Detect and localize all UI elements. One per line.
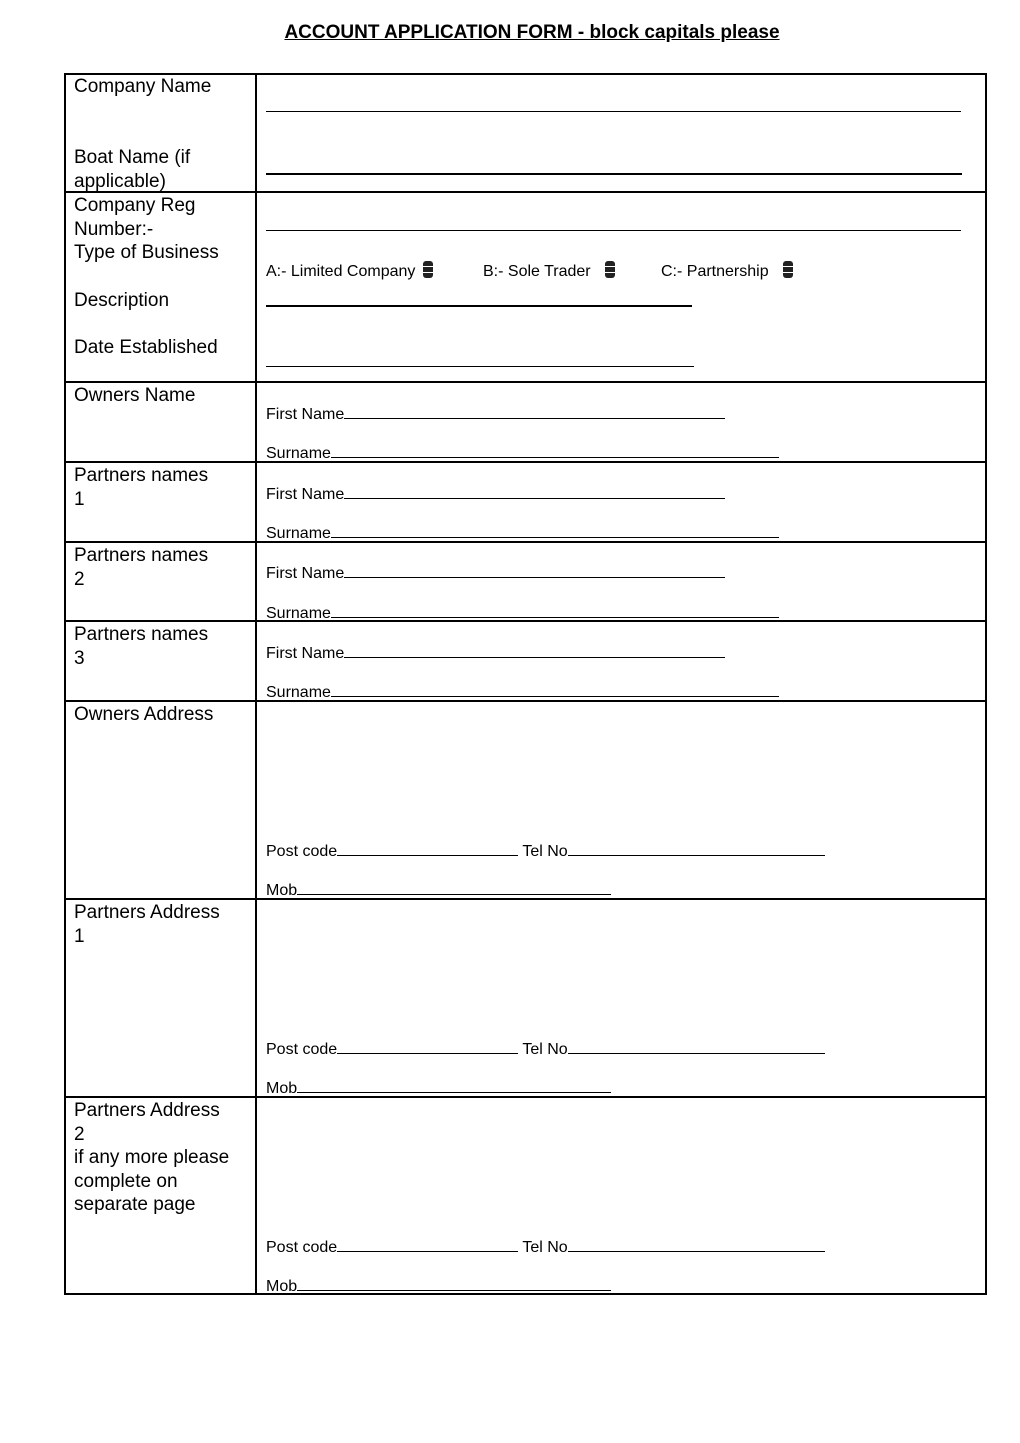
- surname-label: Surname: [266, 445, 331, 462]
- label-owners-name: Owners Name: [74, 385, 196, 406]
- company-reg-input[interactable]: [266, 230, 961, 231]
- mob-label: Mob: [266, 882, 298, 899]
- mob-input[interactable]: [297, 880, 612, 895]
- surname-input[interactable]: [330, 523, 779, 538]
- barrel-icon[interactable]: [782, 261, 793, 278]
- business-type-a-label: A:- Limited Company: [266, 263, 416, 280]
- business-type-c-label: C:- Partnership: [661, 263, 769, 280]
- label-partners-names-2: Partners names 2: [74, 545, 209, 590]
- first-name-label: First Name: [266, 486, 345, 503]
- label-type-of-business: Type of Business: [74, 242, 219, 263]
- partner2-postcode-field[interactable]: Post code Tel No: [266, 1237, 825, 1257]
- barrel-icon[interactable]: [604, 261, 615, 278]
- business-type-b-label: B:- Sole Trader: [483, 263, 591, 280]
- form-title: ACCOUNT APPLICATION FORM - block capital…: [284, 22, 780, 43]
- label-partners-address-1: Partners Address 1: [74, 902, 220, 947]
- row-divider: [64, 381, 987, 383]
- partner1-surname-field[interactable]: Surname: [266, 523, 779, 543]
- company-name-input[interactable]: [266, 111, 961, 112]
- first-name-label: First Name: [266, 565, 345, 582]
- label-company-reg: Company Reg Number:-: [74, 195, 196, 240]
- partner3-surname-field[interactable]: Surname: [266, 682, 779, 702]
- first-name-input[interactable]: [344, 563, 726, 578]
- label-company-name: Company Name: [74, 76, 212, 97]
- barrel-icon[interactable]: [423, 261, 434, 278]
- description-input[interactable]: [266, 305, 692, 307]
- first-name-input[interactable]: [344, 643, 726, 658]
- label-date-established: Date Established: [74, 337, 218, 358]
- column-divider: [255, 73, 257, 1295]
- business-type-option-c[interactable]: C:- Partnership: [661, 261, 793, 281]
- first-name-input[interactable]: [344, 404, 726, 419]
- post-code-input[interactable]: [337, 1237, 519, 1252]
- label-owners-address: Owners Address: [74, 704, 214, 725]
- first-name-label: First Name: [266, 645, 345, 662]
- label-description: Description: [74, 290, 170, 311]
- post-code-input[interactable]: [337, 841, 519, 856]
- tel-no-label: Tel No: [522, 1239, 568, 1256]
- row-divider: [64, 191, 987, 193]
- partner1-postcode-field[interactable]: Post code Tel No: [266, 1039, 825, 1059]
- mob-label: Mob: [266, 1278, 298, 1295]
- surname-input[interactable]: [330, 443, 779, 458]
- partner2-mob-field[interactable]: Mob: [266, 1276, 612, 1296]
- mob-input[interactable]: [297, 1078, 612, 1093]
- mob-label: Mob: [266, 1080, 298, 1097]
- label-partners-names-1: Partners names 1: [74, 465, 209, 510]
- surname-label: Surname: [266, 605, 331, 622]
- tel-no-label: Tel No: [522, 843, 568, 860]
- tel-no-input[interactable]: [567, 1237, 825, 1252]
- tel-no-input[interactable]: [567, 841, 825, 856]
- label-partners-names-3: Partners names 3: [74, 624, 209, 669]
- partner1-mob-field[interactable]: Mob: [266, 1078, 612, 1098]
- first-name-input[interactable]: [344, 484, 726, 499]
- partner2-first-name-field[interactable]: First Name: [266, 563, 726, 583]
- tel-no-input[interactable]: [567, 1039, 825, 1054]
- post-code-label: Post code: [266, 1041, 338, 1058]
- business-type-option-b[interactable]: B:- Sole Trader: [483, 261, 615, 281]
- surname-input[interactable]: [330, 682, 779, 697]
- partner1-first-name-field[interactable]: First Name: [266, 484, 726, 504]
- post-code-input[interactable]: [337, 1039, 519, 1054]
- post-code-label: Post code: [266, 843, 338, 860]
- mob-input[interactable]: [297, 1276, 612, 1291]
- label-partners-address-2: Partners Address 2 if any more please co…: [74, 1100, 230, 1215]
- owners-mob-field[interactable]: Mob: [266, 880, 612, 900]
- surname-input[interactable]: [330, 603, 779, 618]
- label-boat-name: Boat Name (if applicable): [74, 147, 191, 192]
- owners-postcode-field[interactable]: Post code Tel No: [266, 841, 825, 861]
- boat-name-input[interactable]: [266, 173, 962, 175]
- surname-label: Surname: [266, 684, 331, 701]
- post-code-label: Post code: [266, 1239, 338, 1256]
- first-name-label: First Name: [266, 406, 345, 423]
- partner3-first-name-field[interactable]: First Name: [266, 643, 726, 663]
- business-type-option-a[interactable]: A:- Limited Company: [266, 261, 434, 281]
- partner2-surname-field[interactable]: Surname: [266, 603, 779, 623]
- date-established-input[interactable]: [266, 366, 694, 367]
- owners-first-name-field[interactable]: First Name: [266, 404, 726, 424]
- surname-label: Surname: [266, 525, 331, 542]
- owners-surname-field[interactable]: Surname: [266, 443, 779, 463]
- tel-no-label: Tel No: [522, 1041, 568, 1058]
